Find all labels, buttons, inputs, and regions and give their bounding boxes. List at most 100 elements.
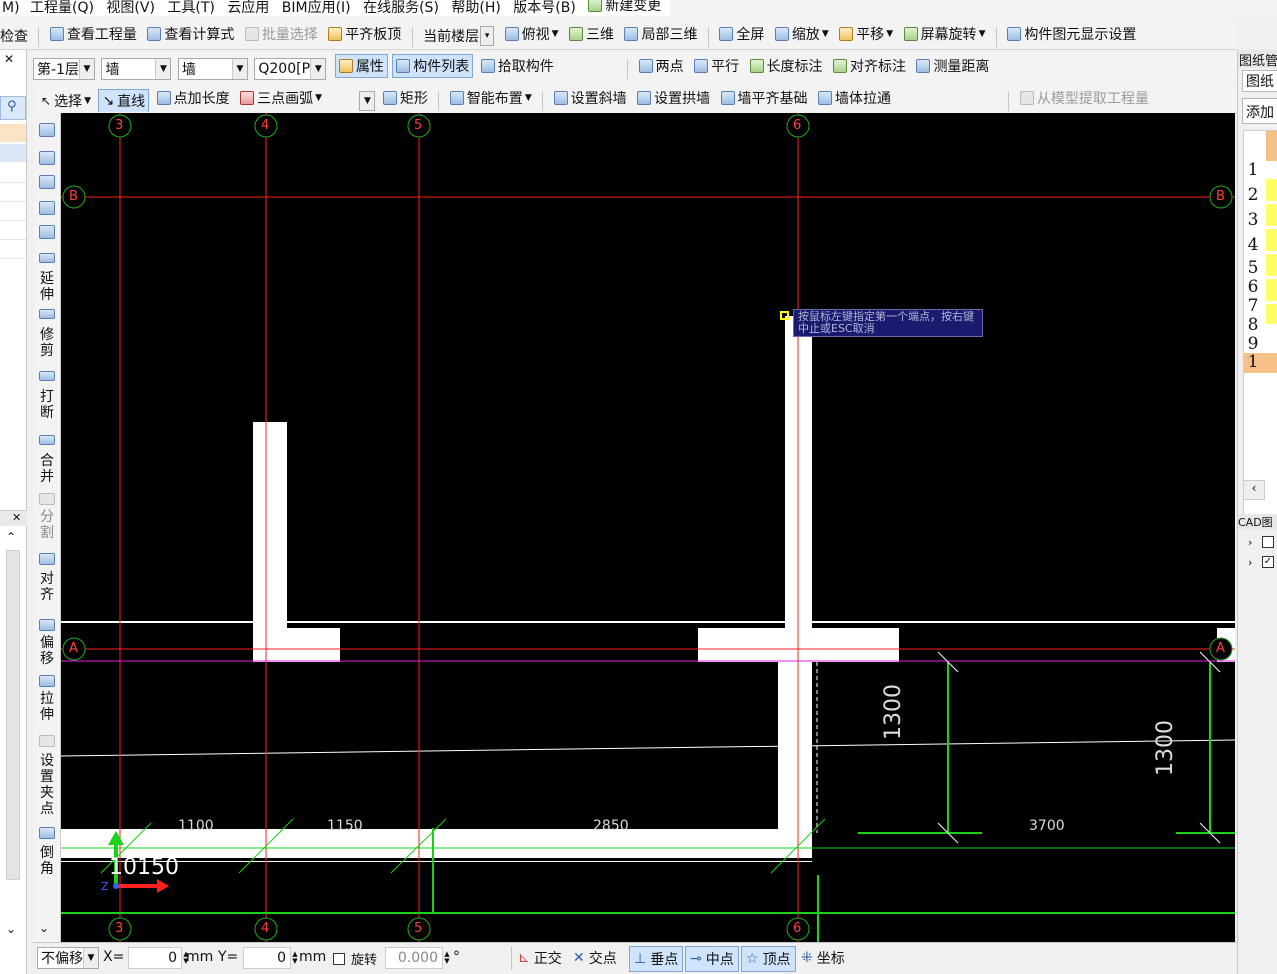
current-floor-button[interactable]: 当前楼层 ▾ xyxy=(420,20,497,49)
break-button[interactable]: 打断 xyxy=(36,389,58,421)
chevron-left-icon[interactable]: ‹ xyxy=(1243,480,1265,500)
properties-button[interactable]: 属性 xyxy=(334,54,388,78)
spin-icon[interactable]: ▲ ▼ xyxy=(443,951,451,965)
top-view-button[interactable]: 俯视 ▼ xyxy=(502,18,562,49)
rotate-checkbox[interactable]: 旋转 xyxy=(333,949,377,968)
set-slope-wall-button[interactable]: 设置斜墙 xyxy=(551,84,630,112)
extract-quantity-button[interactable]: 从模型提取工程量 xyxy=(1017,84,1152,112)
row-number: 7 xyxy=(1247,296,1259,316)
floor-select[interactable]: 第-1层 ▼ xyxy=(33,58,95,80)
offset-button[interactable]: 偏移 xyxy=(36,635,58,667)
midpoint-button[interactable]: ⊸ 中点 xyxy=(685,946,739,972)
current-floor-dropdown[interactable]: ▾ xyxy=(480,25,495,46)
tab-drawing[interactable]: 图纸 xyxy=(1242,70,1277,92)
drawing-canvas[interactable]: Z 3 4 5 6 3 4 5 6 B B A A 1100 1150 2850… xyxy=(61,113,1235,942)
wall-segment[interactable] xyxy=(253,422,287,662)
layer-checkbox-2[interactable]: ✓ xyxy=(1262,556,1274,568)
align-slab-top-button[interactable]: 平齐板顶 xyxy=(325,18,404,49)
offset-mode-select[interactable]: 不偏移 ▼ xyxy=(37,947,99,969)
length-dim-button[interactable]: 长度标注 xyxy=(747,54,826,78)
check-button[interactable]: 检查 xyxy=(0,20,31,49)
x-input[interactable]: 0 ▲ ▼ xyxy=(128,947,190,969)
component-select[interactable]: Q200[P ▼ xyxy=(254,58,327,80)
ortho-button[interactable]: ⊾ 正交 xyxy=(511,946,562,970)
display-settings-icon xyxy=(1007,26,1022,41)
measure-distance-button[interactable]: 测量距离 xyxy=(913,54,992,78)
menu-online[interactable]: 在线服务(S) xyxy=(359,0,443,16)
menu-new-change[interactable]: 新建变更 xyxy=(584,0,665,14)
menu-tools[interactable]: 工具(T) xyxy=(163,0,218,16)
partial-3d-button[interactable]: 局部三维 xyxy=(621,18,700,49)
smart-layout-button[interactable]: 智能布置 ▼ xyxy=(447,84,535,112)
arc-dropdown[interactable]: ▼ xyxy=(359,91,376,111)
stretch-button[interactable]: 拉伸 xyxy=(36,691,58,723)
add-button[interactable]: 添加 xyxy=(1242,98,1277,124)
wall-align-foundation-button[interactable]: 墙平齐基础 xyxy=(718,84,811,112)
align-button[interactable]: 对齐 xyxy=(36,571,58,603)
component-list-button[interactable]: 构件列表 xyxy=(392,54,474,78)
separator xyxy=(627,59,629,79)
spin-icon[interactable]: ▲ ▼ xyxy=(291,951,299,965)
mirror-icon[interactable] xyxy=(39,175,55,189)
scissors-icon[interactable] xyxy=(39,151,55,165)
component-display-button[interactable]: 构件图元显示设置 xyxy=(1004,18,1139,49)
menu-view[interactable]: 视图(V) xyxy=(102,0,159,16)
merge-button[interactable]: 合并 xyxy=(36,453,58,485)
move-icon[interactable] xyxy=(39,201,55,215)
rectangle-button[interactable]: 矩形 xyxy=(380,84,431,112)
perpendicular-button[interactable]: ⊥ 垂点 xyxy=(629,946,684,972)
rotate-icon[interactable] xyxy=(39,225,55,239)
screen-rotate-button[interactable]: 屏幕旋转 ▼ xyxy=(901,18,989,49)
wall-segment[interactable] xyxy=(778,662,812,832)
scrollbar[interactable] xyxy=(6,550,20,880)
menu-quantity[interactable]: 工程量(Q) xyxy=(26,0,98,16)
intersection-button[interactable]: ✕ 交点 xyxy=(573,946,617,970)
batch-select-button[interactable]: 批量选择 xyxy=(242,18,321,49)
close-icon[interactable]: ✕ xyxy=(4,52,14,66)
menu-version[interactable]: 版本号(B) xyxy=(509,0,580,16)
point-add-length-button[interactable]: 点加长度 xyxy=(154,84,233,112)
menu-m[interactable]: M) xyxy=(0,0,22,16)
type-select-1[interactable]: 墙 ▼ xyxy=(101,58,172,80)
chevron-down-icon[interactable]: ⌄ xyxy=(6,922,16,936)
menu-bim[interactable]: BIM应用(I) xyxy=(278,0,355,16)
close-icon[interactable]: ✕ xyxy=(12,511,21,524)
aligned-dim-button[interactable]: 对齐标注 xyxy=(830,54,909,78)
zoom-button[interactable]: 缩放 ▼ xyxy=(772,18,832,49)
wall-stretch-button[interactable]: 墙体拉通 xyxy=(815,84,894,112)
search-button[interactable]: ⚲ xyxy=(0,96,26,120)
full-screen-button[interactable]: 全屏 xyxy=(716,18,767,49)
pick-component-button[interactable]: 拾取构件 xyxy=(478,54,557,78)
y-input[interactable]: 0 ▲ ▼ xyxy=(243,947,299,969)
chevron-right-icon[interactable]: › xyxy=(1248,556,1252,569)
menu-cloud[interactable]: 云应用 xyxy=(223,0,273,16)
view-quantity-button[interactable]: 查看工程量 xyxy=(47,18,140,49)
set-grip-button[interactable]: 设置夹点 xyxy=(36,753,58,817)
list-item-selected[interactable] xyxy=(0,124,26,142)
three-point-arc-button[interactable]: 三点画弧 ▼ xyxy=(237,84,325,112)
extend-button[interactable]: 延伸 xyxy=(36,271,58,303)
menu-help[interactable]: 帮助(H) xyxy=(447,0,504,16)
three-d-button[interactable]: 三维 xyxy=(566,18,617,49)
parallel-button[interactable]: 平行 xyxy=(691,54,742,78)
layer-checkbox-1[interactable] xyxy=(1262,536,1274,548)
chamfer-button[interactable]: 倒角 xyxy=(36,845,58,877)
brush-icon[interactable] xyxy=(39,123,55,137)
coordinate-button[interactable]: ⁜ 坐标 xyxy=(801,946,845,970)
extract-icon xyxy=(1019,91,1034,105)
rotate-input[interactable]: 0.000 ▲ ▼ xyxy=(385,947,451,969)
set-arch-wall-button[interactable]: 设置拱墙 xyxy=(634,84,713,112)
two-points-button[interactable]: 两点 xyxy=(636,54,687,78)
vertex-button[interactable]: ☆ 顶点 xyxy=(741,946,796,972)
chevron-right-icon[interactable]: › xyxy=(1248,536,1252,549)
chevron-down-icon[interactable]: ⌄ xyxy=(39,921,49,935)
pan-button[interactable]: 平移 ▼ xyxy=(836,18,896,49)
split-button[interactable]: 分割 xyxy=(36,509,58,541)
select-button[interactable]: ↖ 选择 ▼ xyxy=(33,87,94,112)
type-select-2[interactable]: 墙 ▼ xyxy=(177,58,248,80)
line-button[interactable]: ↘ 直线 xyxy=(98,89,150,112)
list-item[interactable] xyxy=(0,144,26,162)
chevron-up-icon[interactable]: ⌃ xyxy=(6,530,16,544)
trim-button[interactable]: 修剪 xyxy=(36,327,58,359)
view-formula-button[interactable]: 查看计算式 xyxy=(144,18,237,49)
